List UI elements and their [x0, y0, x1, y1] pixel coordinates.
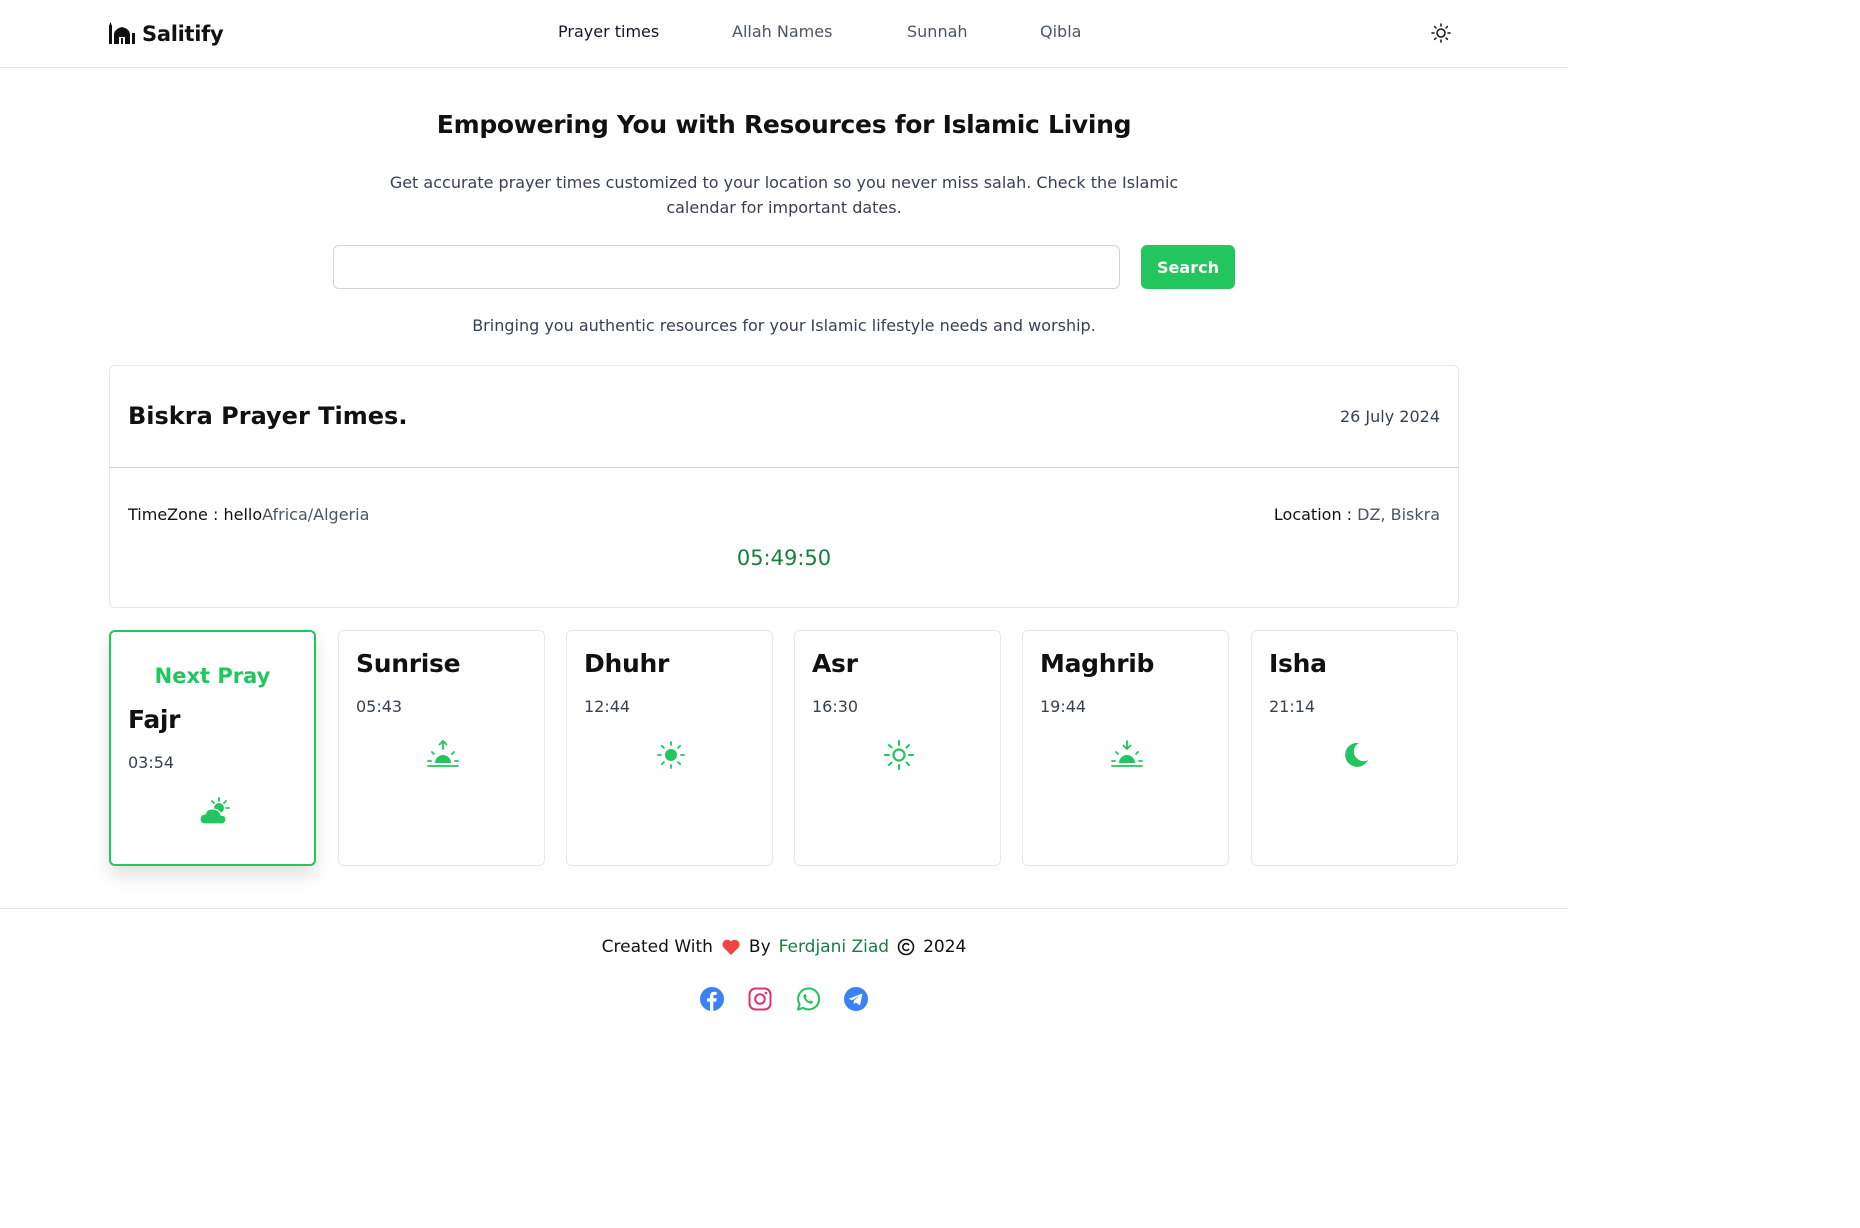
timezone-value: Africa/Algeria	[262, 505, 370, 524]
city-search-input[interactable]	[333, 245, 1120, 289]
moon-icon	[1345, 742, 1368, 767]
author-link[interactable]: Ferdjani Ziad	[779, 937, 889, 957]
prayer-name: Dhuhr	[584, 649, 669, 678]
theme-toggle-button[interactable]	[1430, 22, 1452, 44]
created-with-text: Created With	[601, 937, 713, 957]
prayer-name: Fajr	[128, 705, 181, 734]
instagram-icon[interactable]	[747, 986, 773, 1012]
timezone-row: TimeZone : helloAfrica/Algeria	[128, 505, 369, 524]
prayer-time: 19:44	[1040, 697, 1087, 716]
nav-sunnah[interactable]: Sunnah	[907, 22, 968, 41]
prayer-card-maghrib[interactable]: Maghrib 19:44	[1022, 630, 1229, 866]
location-label: Location :	[1273, 505, 1358, 524]
navbar: Salitify Prayer times Allah Names Sunnah…	[0, 0, 1568, 68]
info-card-header: Biskra Prayer Times. 26 July 2024	[110, 366, 1458, 468]
prayer-card-sunrise[interactable]: Sunrise 05:43	[338, 630, 545, 866]
prayer-card-dhuhr[interactable]: Dhuhr 12:44	[566, 630, 773, 866]
social-links	[0, 986, 1568, 1012]
prayer-name: Asr	[812, 649, 858, 678]
sun-icon	[1431, 23, 1451, 43]
heart-icon	[722, 939, 740, 955]
cloud-sun-icon	[199, 797, 230, 825]
next-prayer-label: Next Pray	[154, 664, 271, 688]
location-row: Location : DZ, Biskra	[1274, 505, 1440, 524]
prayer-time: 05:43	[356, 697, 403, 716]
main-nav: Prayer times Allah Names Sunnah Qibla	[0, 22, 1568, 46]
prayer-card-isha[interactable]: Isha 21:14	[1251, 630, 1458, 866]
nav-allah-names[interactable]: Allah Names	[732, 22, 832, 41]
prayer-time: 12:44	[584, 697, 631, 716]
nav-prayer-times[interactable]: Prayer times	[558, 22, 659, 41]
prayer-card-fajr[interactable]: Next Pray Fajr 03:54	[109, 630, 316, 866]
prayer-name: Isha	[1269, 649, 1327, 678]
city-title: Biskra Prayer Times.	[128, 402, 408, 430]
facebook-icon[interactable]	[699, 986, 725, 1012]
sunset-icon	[1111, 740, 1143, 767]
footer: Created With By Ferdjani Ziad 2024	[0, 908, 1568, 1029]
search-button[interactable]: Search	[1141, 245, 1235, 289]
prayer-time: 21:14	[1269, 697, 1316, 716]
sun-outline-icon	[884, 740, 914, 770]
tagline: Bringing you authentic resources for you…	[472, 316, 1096, 335]
whatsapp-icon[interactable]	[795, 986, 821, 1012]
by-text: By	[748, 937, 771, 957]
copyright-year: 2024	[923, 937, 967, 957]
prayer-name: Sunrise	[356, 649, 461, 678]
prayer-time: 03:54	[128, 753, 175, 772]
prayer-card-asr[interactable]: Asr 16:30	[794, 630, 1001, 866]
location-value: DZ, Biskra	[1357, 505, 1440, 524]
prayer-time: 16:30	[812, 697, 859, 716]
date-text: 26 July 2024	[1339, 407, 1440, 426]
sunrise-icon	[427, 739, 459, 767]
sun-icon	[657, 741, 685, 769]
prayer-name: Maghrib	[1040, 649, 1155, 678]
timezone-label: TimeZone : hello	[128, 505, 263, 524]
prayer-info-card: Biskra Prayer Times. 26 July 2024 TimeZo…	[109, 365, 1459, 608]
nav-qibla[interactable]: Qibla	[1040, 22, 1081, 41]
telegram-icon[interactable]	[843, 986, 869, 1012]
current-time-clock: 05:49:50	[736, 546, 832, 570]
hero-description: Get accurate prayer times customized to …	[389, 173, 1179, 217]
hero-title: Empowering You with Resources for Islami…	[436, 110, 1132, 139]
footer-credit: Created With By Ferdjani Ziad 2024	[0, 937, 1568, 957]
copyright-icon	[897, 938, 915, 956]
